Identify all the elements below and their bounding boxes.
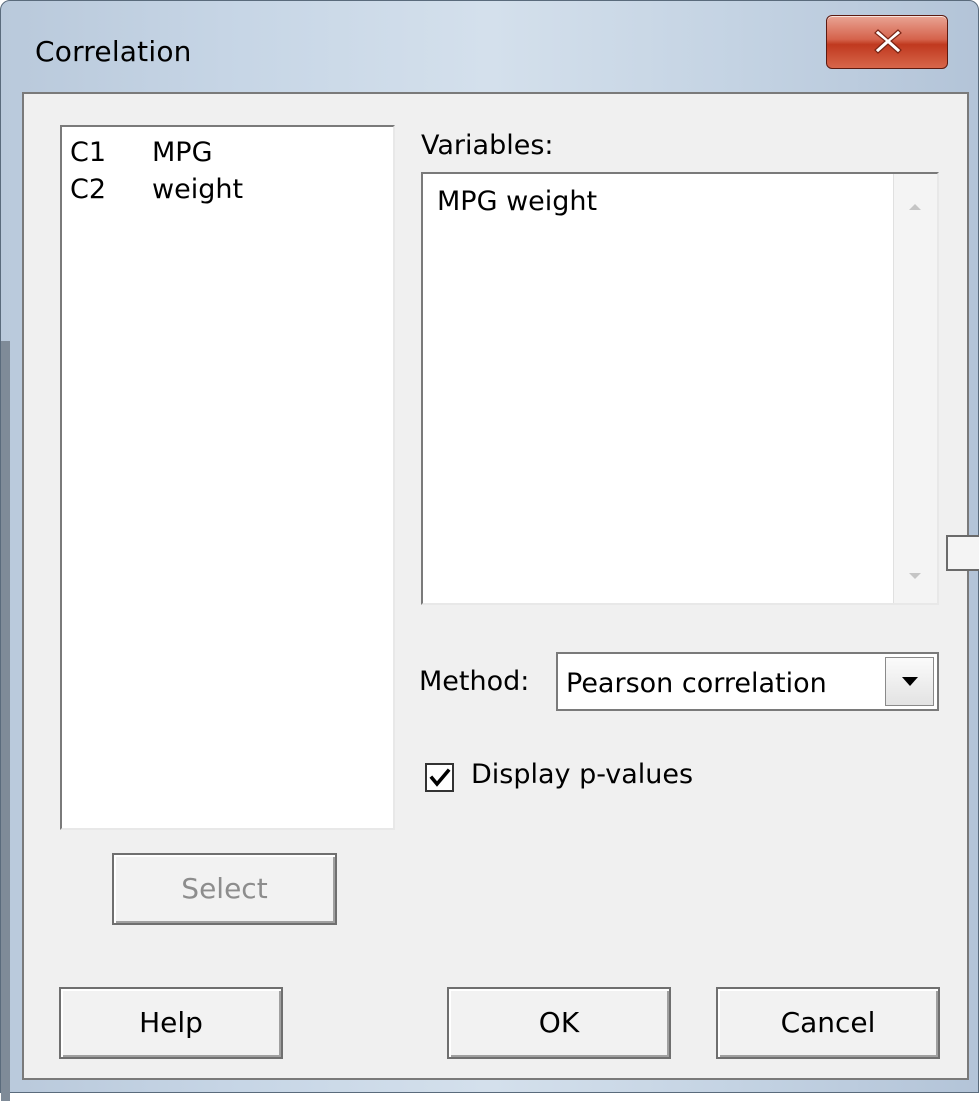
variables-scrollbar[interactable] (893, 174, 937, 603)
checkmark-icon (429, 768, 451, 787)
columns-list[interactable]: C1 MPG C2 weight (60, 125, 395, 830)
chevron-down-icon (902, 677, 918, 686)
column-name: weight (152, 174, 244, 205)
select-button[interactable]: Select (112, 853, 337, 925)
variables-input[interactable]: MPG weight (421, 172, 939, 605)
column-id: C1 (70, 137, 107, 168)
list-item[interactable]: C1 MPG (70, 137, 213, 168)
method-label: Method: (419, 666, 530, 697)
list-item[interactable]: C2 weight (70, 174, 243, 205)
window-left-edge (1, 341, 10, 1101)
column-id: C2 (70, 174, 107, 205)
close-icon (874, 29, 902, 54)
column-name: MPG (152, 137, 213, 168)
display-pvalues-label[interactable]: Display p-values (471, 759, 693, 790)
close-button[interactable] (826, 15, 948, 69)
cancel-button[interactable]: Cancel (716, 987, 940, 1059)
method-selected-value: Pearson correlation (566, 668, 827, 699)
dropdown-button[interactable] (885, 657, 934, 706)
resize-handle[interactable] (946, 535, 979, 571)
title-bar[interactable]: Correlation (1, 1, 979, 93)
scroll-down-icon[interactable] (908, 571, 922, 581)
method-dropdown[interactable]: Pearson correlation (556, 652, 939, 711)
ok-button[interactable]: OK (447, 987, 671, 1059)
scroll-up-icon[interactable] (908, 202, 922, 212)
variables-value: MPG weight (437, 186, 598, 217)
window-title: Correlation (35, 35, 192, 68)
display-pvalues-checkbox[interactable] (425, 763, 454, 792)
variables-label: Variables: (421, 130, 554, 161)
help-button[interactable]: Help (59, 987, 283, 1059)
